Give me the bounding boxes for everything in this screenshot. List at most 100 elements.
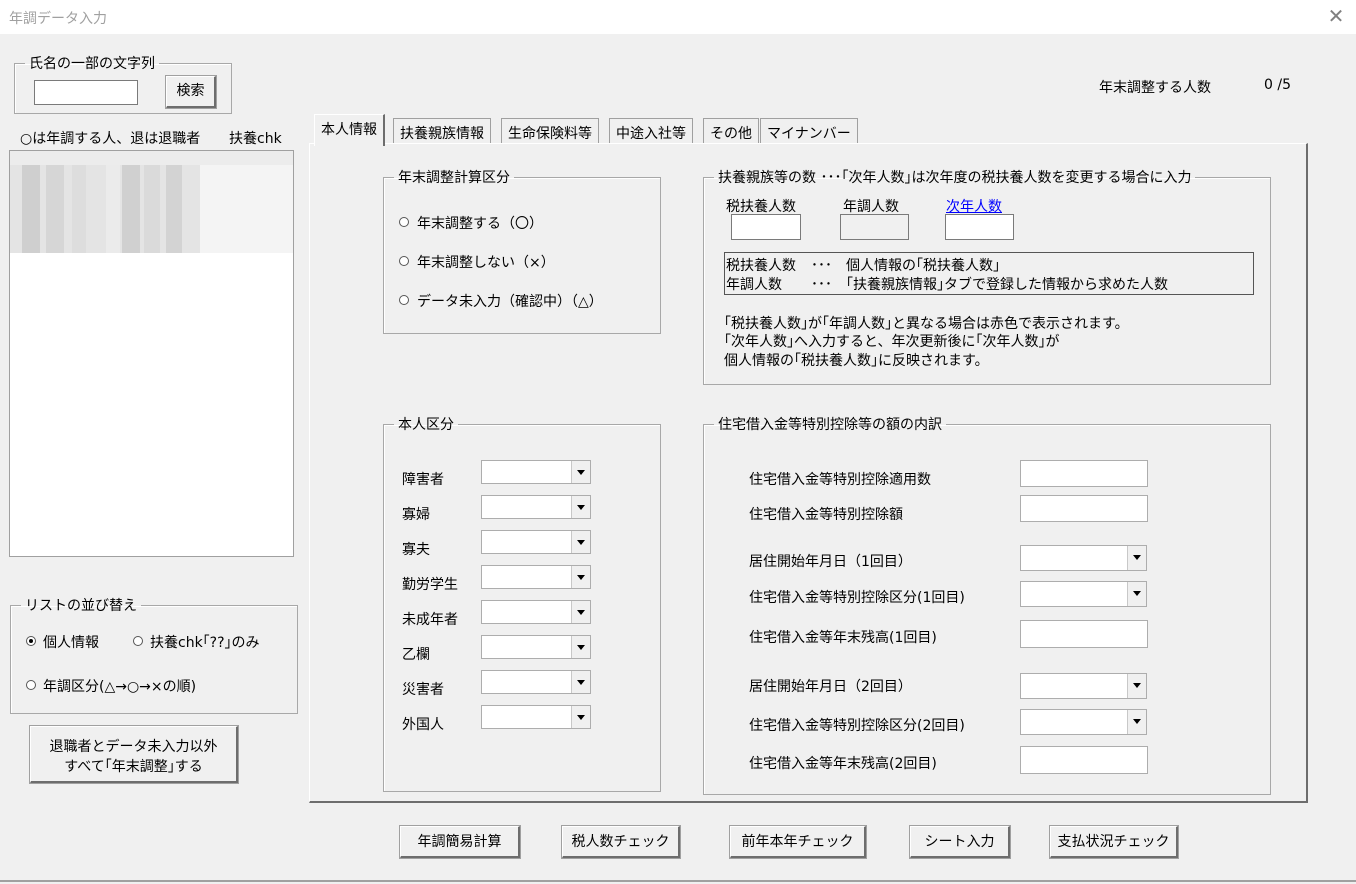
note1-text: 個人情報の｢税扶養人数｣ [846,258,1000,274]
calc-option-noadjust: 年末調整しない（×） [417,255,555,271]
kafu-m-select[interactable] [481,530,591,554]
housing-count-input[interactable] [1020,460,1148,487]
next-year-count-input[interactable] [945,214,1014,240]
chevron-down-icon[interactable] [571,706,590,728]
chevron-down-icon[interactable] [1127,582,1146,606]
housing-balance1-input[interactable] [1020,620,1148,648]
note2-sep: ･･･ [811,277,832,293]
calc-radio-pending[interactable] [399,295,409,305]
year-compare-check-button[interactable]: 前年本年チェック [729,825,867,859]
calc-option-pending: データ未入力（確認中）（△） [417,294,603,310]
person-label-otsu: 乙欄 [402,647,430,663]
list-item-blur [72,165,86,253]
simple-calc-button[interactable]: 年調簡易計算 [399,825,521,859]
tax-dependents-input[interactable] [731,214,801,240]
housing-label-balance2: 住宅借入金等年末残高(2回目) [749,756,937,772]
note2-label: 年調人数 [726,277,782,293]
sheet-input-button[interactable]: シート入力 [909,825,1011,859]
dependents-legend: 扶養親族等の数 ･･･｢次年人数｣は次年度の税扶養人数を変更する場合に入力 [718,170,1192,186]
search-button[interactable]: 検索 [165,75,217,109]
housing-start2-select[interactable] [1020,673,1147,699]
housing-kubun2-select[interactable] [1020,709,1147,735]
list-header-left: ○は年調する人、退は退職者 [20,131,201,147]
foreign-select[interactable] [481,705,591,729]
dependents-desc2: ｢次年人数｣へ入力すると、年次更新後に｢次年人数｣が [724,334,1060,350]
sort-radio-nencho[interactable] [26,680,36,690]
tab-fuyo[interactable]: 扶養親族情報 [393,118,491,144]
close-icon[interactable]: ✕ [1325,5,1347,27]
payment-status-check-button[interactable]: 支払状況チェック [1049,825,1179,859]
chevron-down-icon[interactable] [571,496,590,518]
chevron-down-icon[interactable] [1127,674,1146,698]
window-title: 年調データ入力 [9,11,107,27]
chevron-down-icon[interactable] [571,461,590,483]
person-label-foreign: 外国人 [402,717,444,733]
tax-count-check-button[interactable]: 税人数チェック [561,825,681,859]
housing-start1-select[interactable] [1020,545,1147,571]
student-select[interactable] [481,565,591,589]
list-item-blur [106,165,120,253]
chevron-down-icon[interactable] [571,671,590,693]
disaster-select[interactable] [481,670,591,694]
housing-label-start1: 居住開始年月日（1回目） [749,554,912,570]
tab-seimei[interactable]: 生命保険料等 [501,118,599,144]
person-label-kafu-m: 寡夫 [402,542,430,558]
sort-option-nencho: 年調区分(△→○→×の順) [43,679,197,695]
minor-select[interactable] [481,600,591,624]
all-adjust-button[interactable]: 退職者とデータ未入力以外 すべて｢年末調整｣する [29,725,239,784]
search-input[interactable] [34,80,138,105]
title-bar [0,0,1356,34]
chevron-down-icon[interactable] [571,601,590,623]
list-item-blur [122,165,140,253]
tab-sonota[interactable]: その他 [703,118,759,144]
calc-radio-noadjust[interactable] [399,256,409,266]
list-item[interactable] [10,151,293,165]
list-item[interactable] [200,165,293,253]
chevron-down-icon[interactable] [571,566,590,588]
chevron-down-icon[interactable] [571,636,590,658]
chevron-down-icon[interactable] [571,531,590,553]
housing-balance2-input[interactable] [1020,746,1148,774]
chevron-down-icon[interactable] [1127,710,1146,734]
note2-text: ｢扶養親族情報｣タブで登録した情報から求めた人数 [846,277,1168,293]
housing-kubun1-select[interactable] [1020,581,1147,607]
person-label-shogai: 障害者 [402,472,444,488]
tab-honnin[interactable]: 本人情報 [314,114,385,146]
calc-option-adjust: 年末調整する（〇） [417,216,543,232]
person-label-disaster: 災害者 [402,682,444,698]
kafu-select[interactable] [481,495,591,519]
housing-label-start2: 居住開始年月日（2回目） [749,679,912,695]
dependents-desc3: 個人情報の｢税扶養人数｣に反映されます。 [724,353,989,369]
housing-amount-input[interactable] [1020,495,1148,522]
note1-sep: ･･･ [811,258,832,274]
sort-group: リストの並び替え [10,595,298,714]
tax-dependents-label: 税扶養人数 [726,199,796,215]
bottom-divider [0,880,1356,882]
list-item-blur [166,165,182,253]
otsu-select[interactable] [481,635,591,659]
sort-radio-fuyo[interactable] [133,636,143,646]
tab-mynumber[interactable]: マイナンバー [760,118,858,144]
note1-label: 税扶養人数 [726,258,796,274]
shogai-select[interactable] [481,460,591,484]
sort-option-fuyo: 扶養chk｢??｣のみ [150,635,260,651]
sort-radio-personal[interactable] [26,636,36,646]
next-year-count-link[interactable]: 次年人数 [946,196,1002,216]
employee-listbox[interactable] [9,150,294,557]
dependents-desc1: ｢税扶養人数｣が｢年調人数｣と異なる場合は赤色で表示されます。 [724,316,1129,332]
calc-radio-adjust[interactable] [399,217,409,227]
person-label-kafu: 寡婦 [402,507,430,523]
person-label-student: 勤労学生 [402,577,458,593]
list-item-blur [46,165,64,253]
tab-chuto[interactable]: 中途入社等 [609,118,693,144]
count-value: 0 /5 [1264,77,1291,93]
housing-legend: 住宅借入金等特別控除等の額の内訳 [718,417,942,433]
chevron-down-icon[interactable] [1127,546,1146,570]
count-label: 年末調整する人数 [1099,80,1211,96]
person-legend: 本人区分 [398,417,454,433]
search-legend: 氏名の一部の文字列 [29,56,155,72]
housing-label-kubun1: 住宅借入金等特別控除区分(1回目) [749,590,965,606]
list-header-right: 扶養chk [229,131,282,147]
housing-label-balance1: 住宅借入金等年末残高(1回目) [749,630,937,646]
sort-legend: リストの並び替え [25,598,137,614]
